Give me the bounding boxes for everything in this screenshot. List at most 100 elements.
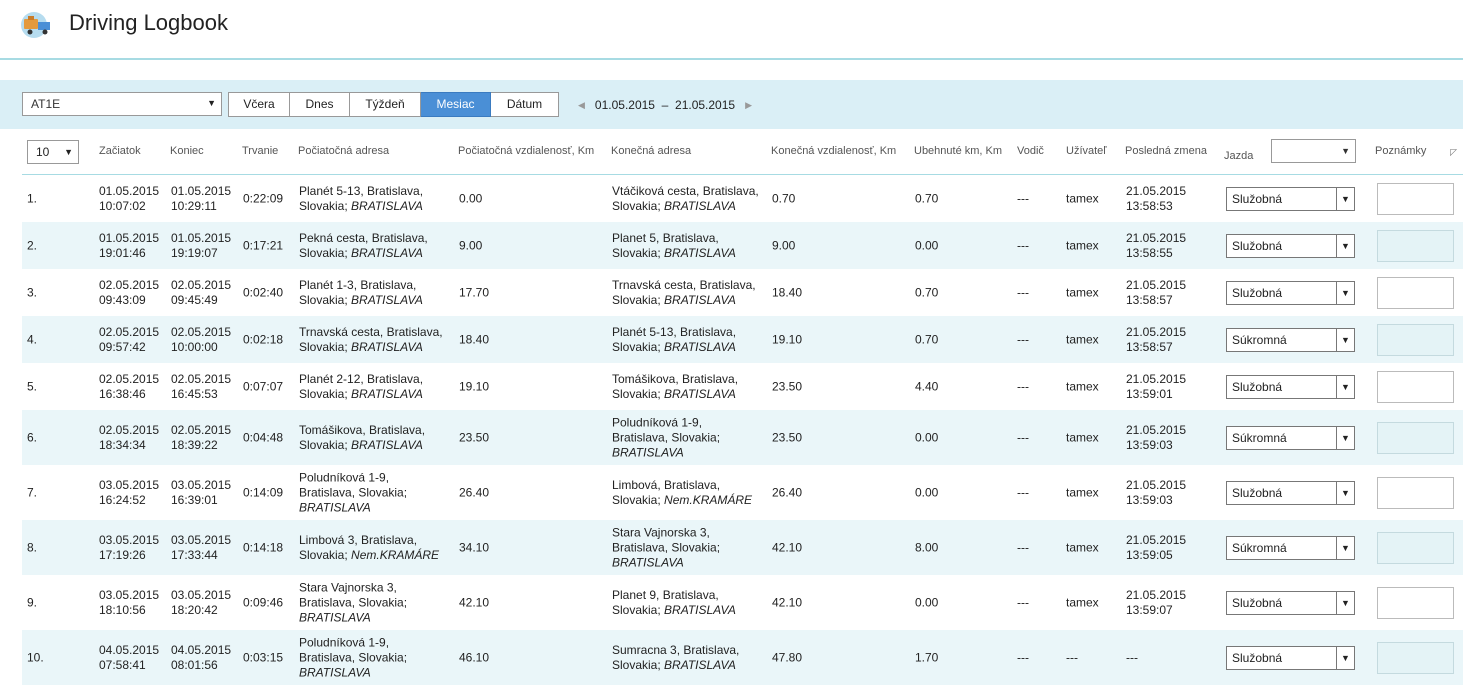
last-change: ---	[1126, 650, 1138, 665]
row-number: 7.	[27, 485, 38, 499]
end-time: 16:39:01	[171, 492, 218, 507]
column-header-driven-km[interactable]: Ubehnuté km, Km	[914, 145, 1002, 157]
end-date: 03.05.2015	[171, 587, 232, 602]
start-city: BRATISLAVA	[299, 610, 371, 624]
table-row[interactable]: 2. 01.05.2015 19:01:46 01.05.2015 19:19:07…	[22, 222, 1463, 269]
start-time: 07:58:41	[99, 657, 146, 672]
period-date-button[interactable]: Dátum	[491, 92, 559, 117]
table-row[interactable]: 10. 04.05.2015 07:58:41 04.05.2015 08:01:5…	[22, 630, 1463, 685]
table-row[interactable]: 1. 01.05.2015 10:07:02 01.05.2015 10:29:11…	[22, 175, 1463, 222]
notes-input[interactable]	[1377, 476, 1454, 509]
last-change-time: 13:59:01	[1126, 386, 1173, 401]
trip-type-value: Služobná	[1232, 595, 1283, 610]
table-row[interactable]: 8. 03.05.2015 17:19:26 03.05.2015 17:33:44…	[22, 520, 1463, 575]
trip-type-select[interactable]: Služobná ▼	[1226, 645, 1355, 670]
period-today-button[interactable]: Dnes	[290, 92, 350, 117]
trip-type-select[interactable]: Služobná ▼	[1226, 233, 1355, 258]
resize-icon[interactable]: ◸	[1450, 147, 1457, 158]
duration: 0:02:40	[243, 285, 284, 299]
notes-input[interactable]	[1377, 323, 1454, 356]
chevron-down-icon: ▼	[1336, 536, 1354, 559]
period-yesterday-button[interactable]: Včera	[228, 92, 290, 117]
trip-type-select[interactable]: Súkromná ▼	[1226, 425, 1355, 450]
driven-km: 0.70	[915, 191, 939, 205]
trip-type-select[interactable]: Služobná ▼	[1226, 480, 1355, 505]
notes-input[interactable]	[1377, 641, 1454, 674]
last-change-time: 13:58:57	[1126, 339, 1173, 354]
start-address-line: Slovakia;	[299, 437, 352, 452]
start-datetime: 01.05.2015 10:07:02	[99, 184, 159, 214]
end-address: Planét 5-13, Bratislava, Slovakia; BRATIS…	[612, 325, 736, 355]
chevron-down-icon: ▼	[1336, 234, 1354, 257]
period-week-button[interactable]: Týždeň	[350, 92, 421, 117]
notes-input[interactable]	[1377, 421, 1454, 454]
column-header-end-distance[interactable]: Konečná vzdialenosť, Km	[771, 145, 896, 157]
table-row[interactable]: 9. 03.05.2015 18:10:56 03.05.2015 18:20:42…	[22, 575, 1463, 630]
column-header-user[interactable]: Užívateľ	[1066, 145, 1107, 157]
table-row[interactable]: 5. 02.05.2015 16:38:46 02.05.2015 16:45:53…	[22, 363, 1463, 410]
notes-input[interactable]	[1377, 276, 1454, 309]
end-datetime: 03.05.2015 18:20:42	[171, 588, 231, 618]
trip-type-select[interactable]: Služobná ▼	[1226, 186, 1355, 211]
end-distance: 9.00	[772, 238, 796, 252]
end-address-line: Planét 5-13, Bratislava,	[612, 324, 737, 339]
column-header-end[interactable]: Koniec	[170, 145, 204, 157]
trip-type-select[interactable]: Služobná ▼	[1226, 590, 1355, 615]
start-datetime: 02.05.2015 09:43:09	[99, 278, 159, 308]
column-header-driver[interactable]: Vodič	[1017, 145, 1044, 157]
table-row[interactable]: 6. 02.05.2015 18:34:34 02.05.2015 18:39:22…	[22, 410, 1463, 465]
notes-input[interactable]	[1377, 531, 1454, 564]
column-header-trip[interactable]: Jazda	[1224, 150, 1253, 162]
table-row[interactable]: 7. 03.05.2015 16:24:52 03.05.2015 16:39:01…	[22, 465, 1463, 520]
vehicle-select[interactable]: AT1E ▼	[22, 92, 222, 116]
column-header-duration[interactable]: Trvanie	[242, 145, 278, 157]
column-header-start-address[interactable]: Počiatočná adresa	[298, 145, 389, 157]
trip-type-select[interactable]: Súkromná ▼	[1226, 535, 1355, 560]
period-month-button[interactable]: Mesiac	[421, 92, 491, 117]
trip-type-select[interactable]: Služobná ▼	[1226, 280, 1355, 305]
start-time: 09:57:42	[99, 339, 146, 354]
trip-type-select[interactable]: Súkromná ▼	[1226, 327, 1355, 352]
page-size-select[interactable]: 10 ▼	[27, 140, 79, 164]
previous-arrow-icon[interactable]: ◀	[578, 100, 585, 111]
start-address: Planét 1-3, Bratislava, Slovakia; BRATISL…	[299, 278, 423, 308]
trip-type-select[interactable]: Služobná ▼	[1226, 374, 1355, 399]
column-header-start[interactable]: Začiatok	[99, 145, 141, 157]
notes-input[interactable]	[1377, 586, 1454, 619]
column-header-start-distance[interactable]: Počiatočná vzdialenosť, Km	[458, 145, 594, 157]
chevron-down-icon: ▼	[1336, 281, 1354, 304]
start-distance: 9.00	[459, 238, 483, 252]
column-header-end-address[interactable]: Konečná adresa	[611, 145, 691, 157]
notes-input[interactable]	[1377, 370, 1454, 403]
end-time: 18:39:22	[171, 437, 218, 452]
table-row[interactable]: 3. 02.05.2015 09:43:09 02.05.2015 09:45:49…	[22, 269, 1463, 316]
table-row[interactable]: 4. 02.05.2015 09:57:42 02.05.2015 10:00:00…	[22, 316, 1463, 363]
column-header-notes[interactable]: Poznámky	[1375, 145, 1426, 157]
trip-filter-select[interactable]: ▼	[1271, 139, 1356, 163]
end-city: BRATISLAVA	[612, 445, 684, 459]
start-time: 16:24:52	[99, 492, 146, 507]
start-address-line: Bratislava, Slovakia;	[299, 595, 408, 609]
end-date: 02.05.2015	[171, 371, 232, 386]
last-change-date: 21.05.2015	[1126, 324, 1187, 339]
row-number: 5.	[27, 379, 38, 393]
notes-input[interactable]	[1377, 229, 1454, 262]
chevron-down-icon: ▼	[1336, 187, 1354, 210]
last-change-date: 21.05.2015	[1126, 587, 1187, 602]
notes-input[interactable]	[1377, 182, 1454, 215]
start-address-line: Slovakia;	[299, 245, 352, 260]
driven-km: 0.00	[915, 595, 939, 609]
last-change: 21.05.2015 13:59:03	[1126, 423, 1186, 453]
start-time: 18:34:34	[99, 437, 146, 452]
end-distance: 0.70	[772, 191, 796, 205]
start-time: 16:38:46	[99, 386, 146, 401]
start-city: Nem.KRAMÁRE	[351, 547, 440, 562]
start-date: 04.05.2015	[99, 642, 160, 657]
column-header-last-change[interactable]: Posledná zmena	[1125, 145, 1207, 157]
end-distance: 47.80	[772, 650, 803, 664]
last-change: 21.05.2015 13:58:57	[1126, 278, 1186, 308]
end-address-line: Planet 5, Bratislava,	[612, 230, 719, 245]
start-address-line: Slovakia;	[299, 339, 352, 354]
end-address-line: Bratislava, Slovakia;	[612, 540, 721, 554]
next-arrow-icon[interactable]: ▶	[745, 100, 752, 111]
